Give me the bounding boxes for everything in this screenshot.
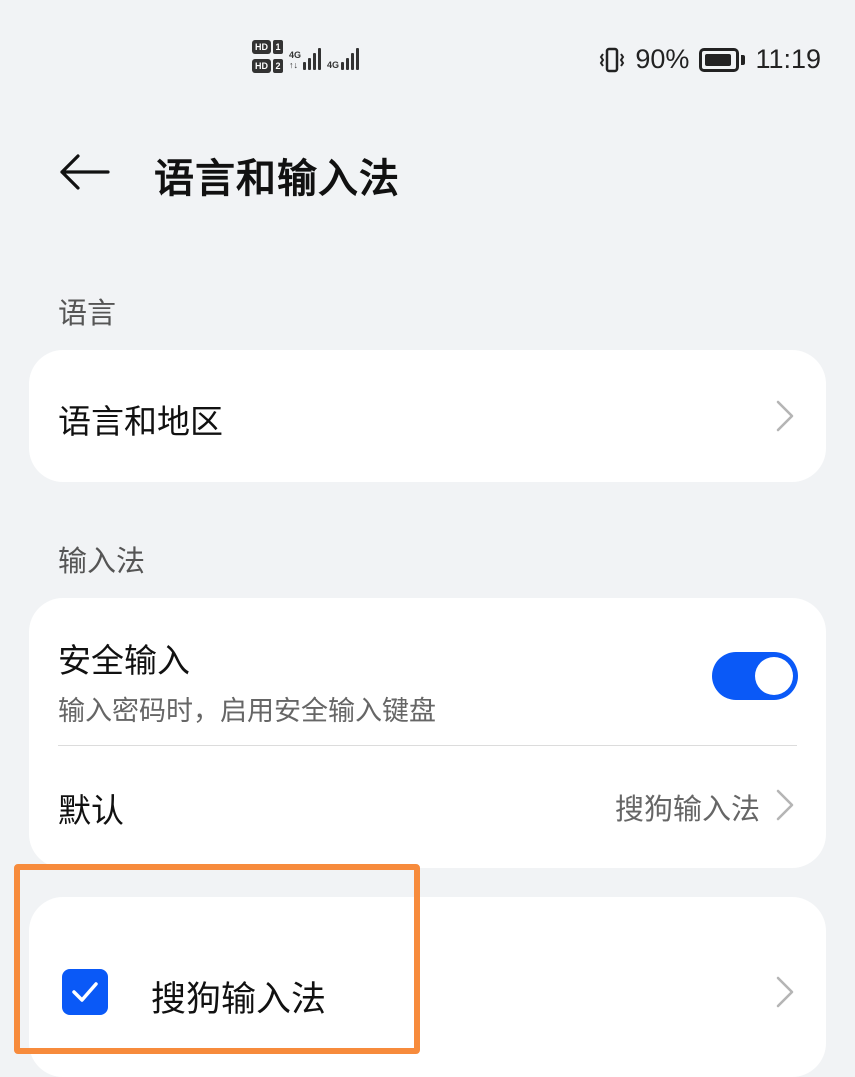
sim2-number: 2 (273, 59, 283, 73)
arrow-left-icon (60, 154, 110, 190)
sim2-network: 4G (327, 44, 360, 70)
secure-input-title: 安全输入 (58, 641, 190, 680)
keyboard-name: 搜狗输入法 (151, 980, 327, 1020)
row-title: 语言和地区 (58, 402, 223, 441)
checkmark-icon (72, 982, 98, 1002)
status-right: 90% 11:19 (599, 44, 821, 75)
keyboards-card: 搜狗输入法 (29, 897, 826, 1077)
page-title: 语言和输入法 (154, 156, 400, 202)
section-label-language: 语言 (58, 296, 117, 330)
section-label-input-method: 输入法 (58, 544, 146, 578)
data-activity-label: ↑↓ (289, 60, 298, 70)
secure-input-subtitle: 输入密码时，启用安全输入键盘 (58, 696, 436, 727)
secure-input-toggle[interactable] (712, 652, 798, 700)
default-title: 默认 (58, 791, 124, 830)
sim1-number: 1 (273, 40, 283, 54)
battery-icon (699, 47, 746, 72)
network-type-label: 4G (327, 60, 340, 70)
battery-percent: 90% (635, 44, 690, 74)
language-card: 语言和地区 (29, 350, 826, 482)
vibrate-icon (599, 46, 625, 74)
signal-icon (303, 44, 322, 70)
back-button[interactable] (58, 148, 110, 196)
input-method-card: 安全输入 输入密码时，启用安全输入键盘 默认 搜狗输入法 (29, 598, 826, 868)
hd-label: HD (252, 59, 271, 73)
default-input-row[interactable]: 默认 搜狗输入法 (29, 746, 826, 868)
sim1-network: 4G ↑↓ (289, 44, 322, 70)
keyboard-row-sogou[interactable]: 搜狗输入法 (29, 897, 826, 1077)
toggle-knob (755, 657, 793, 695)
chevron-right-icon (776, 400, 794, 432)
network-type-label: 4G (289, 50, 302, 60)
signal-icon (341, 44, 360, 70)
chevron-right-icon (776, 976, 794, 1008)
keyboard-checkbox[interactable] (62, 969, 108, 1015)
clock-time: 11:19 (755, 44, 821, 74)
status-bar: HD 1 HD 2 4G ↑↓ 4G 90% 11:19 (0, 0, 855, 120)
default-value: 搜狗输入法 (614, 792, 760, 826)
sim1-badge: HD 1 (252, 40, 283, 54)
chevron-right-icon (776, 789, 794, 821)
language-region-row[interactable]: 语言和地区 (29, 350, 826, 482)
sim2-badge: HD 2 (252, 59, 283, 73)
hd-label: HD (252, 40, 271, 54)
sim-indicators: HD 1 HD 2 4G ↑↓ 4G (252, 40, 360, 73)
page-header: 语言和输入法 (0, 138, 855, 208)
secure-input-row: 安全输入 输入密码时，启用安全输入键盘 (29, 598, 826, 746)
